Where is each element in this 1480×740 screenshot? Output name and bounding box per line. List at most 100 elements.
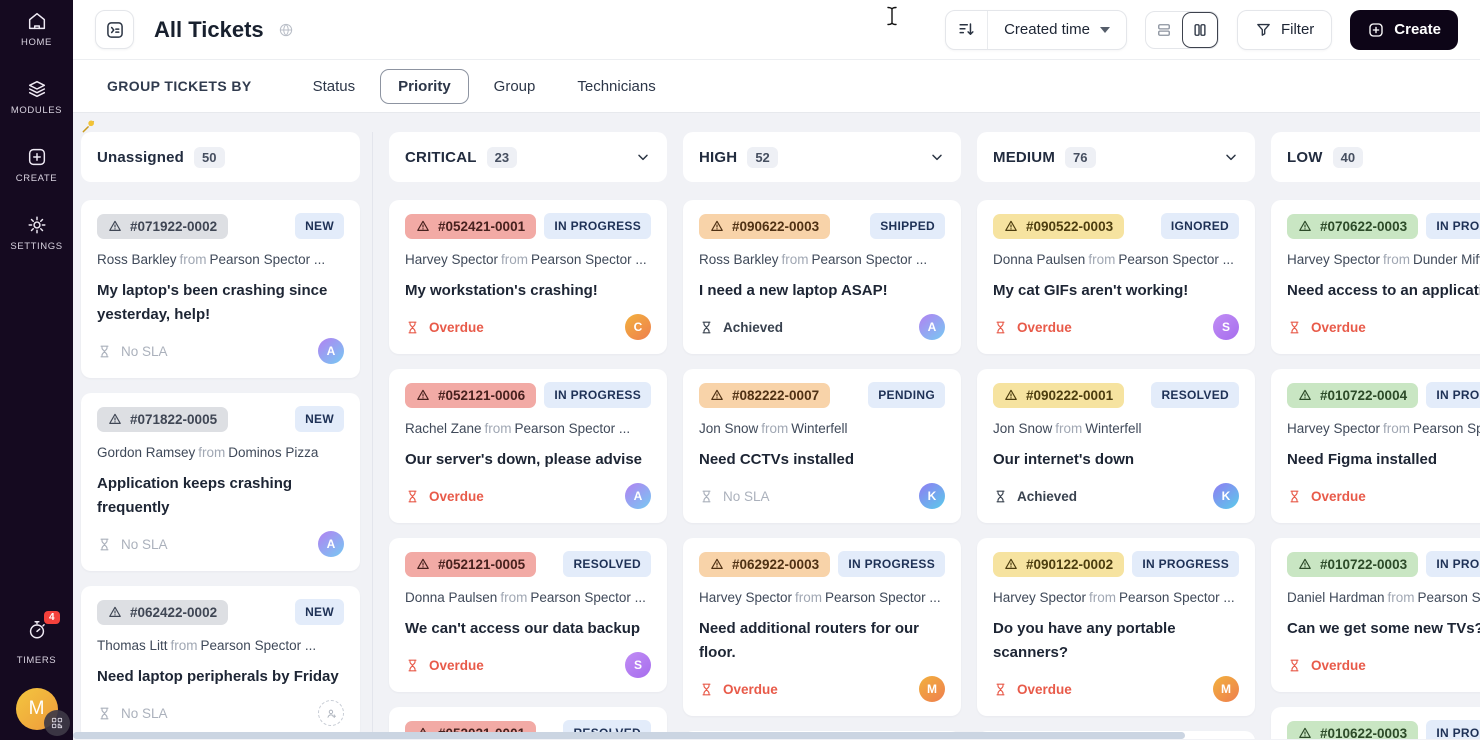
ticket-card[interactable]: #090522-0003 IGNORED Donna Paulsen from Pe… xyxy=(977,200,1255,354)
sla-label: Overdue xyxy=(429,488,484,504)
chevron-down-icon[interactable] xyxy=(1223,149,1239,165)
warning-icon xyxy=(1005,389,1017,400)
ticket-id-badge[interactable]: #071922-0002 xyxy=(97,213,229,239)
requester-name: Donna Paulsen xyxy=(405,590,498,605)
ticket-card[interactable]: #052121-0005 RESOLVED Donna Paulsen from P… xyxy=(389,538,667,692)
ticket-id-badge[interactable]: #052121-0006 xyxy=(405,382,537,408)
ticket-card[interactable]: #070622-0003 IN PROGRESS Harvey Spectorf… xyxy=(1271,200,1480,354)
create-button[interactable]: Create xyxy=(1350,9,1458,50)
assign-agent-icon[interactable] xyxy=(318,700,344,726)
tab-group[interactable]: Group xyxy=(477,70,553,103)
sla-label: No SLA xyxy=(723,488,770,504)
ticket-id-badge[interactable]: #071822-0005 xyxy=(97,406,229,432)
ticket-card[interactable]: #052421-0001 IN PROGRESS Harvey Spector f… xyxy=(389,200,667,354)
sla-status: Overdue xyxy=(1287,658,1366,673)
user-avatar[interactable]: M xyxy=(15,688,70,736)
tab-status[interactable]: Status xyxy=(296,70,373,103)
ticket-title: Our internet's down xyxy=(993,451,1135,468)
sidebar-item-modules[interactable]: MODULES xyxy=(11,78,62,116)
sla-label: Overdue xyxy=(1017,319,1072,335)
ticket-id-badge[interactable]: #082222-0007 xyxy=(699,382,831,408)
filter-button[interactable]: Filter xyxy=(1236,9,1333,50)
ticket-status-badge: NEW xyxy=(295,213,344,239)
ticket-title: Application keeps crashing frequently xyxy=(97,475,293,516)
sidebar-item-create[interactable]: CREATE xyxy=(16,146,57,184)
plus-icon xyxy=(1369,22,1383,37)
sidebar-item-label: CREATE xyxy=(15,173,58,184)
ticket-id-badge[interactable]: #052421-0001 xyxy=(405,213,537,239)
avatar-slot: S xyxy=(1213,314,1239,340)
ticket-id-badge[interactable]: #052121-0005 xyxy=(405,551,537,577)
tab-priority[interactable]: Priority xyxy=(380,68,469,104)
requester-company: Pearson Spector ... xyxy=(530,590,646,605)
chevron-down-icon[interactable] xyxy=(635,149,651,165)
sla-status: Achieved xyxy=(699,320,783,335)
ticket-id-badge[interactable]: #090122-0002 xyxy=(993,551,1125,577)
timers-count-badge: 4 xyxy=(43,611,60,624)
avatar-slot: S xyxy=(625,652,651,678)
ticket-card[interactable]: #071922-0002 NEW Ross Barkley from Pearson… xyxy=(81,200,360,378)
column-header: Unassigned 50 xyxy=(81,120,360,182)
ticket-title: Need Figma installed xyxy=(1287,451,1438,468)
requester-company: Pearson Spector ... xyxy=(1413,421,1480,436)
avatar-slot: C xyxy=(625,314,651,340)
hourglass-icon xyxy=(702,683,711,695)
sidebar-item-home[interactable]: HOME xyxy=(21,10,52,48)
ticket-title: Can we get some new TVs? xyxy=(1287,620,1480,637)
ticket-id-badge[interactable]: #010722-0003 xyxy=(1287,551,1419,577)
ticket-id-badge[interactable]: #090222-0001 xyxy=(993,382,1125,408)
ticket-id-badge[interactable]: #062922-0003 xyxy=(699,551,831,577)
ticket-id-badge[interactable]: #010622-0003 xyxy=(1287,720,1419,739)
ticket-card[interactable]: #071822-0005 NEW Gordon Ramsey from Domino… xyxy=(81,393,360,571)
ticket-title: Our server's down, please advise xyxy=(405,451,643,468)
sort-by-dropdown[interactable]: Created time xyxy=(988,11,1126,49)
ticket-card[interactable]: #010622-0003 IN PROGRESS xyxy=(1271,707,1480,739)
ticket-card[interactable]: #010722-0004 IN PROGRESS Harvey Spectorf… xyxy=(1271,369,1480,523)
column-header: LOW 40 xyxy=(1271,132,1480,182)
column-header: CRITICAL 23 xyxy=(389,132,667,182)
sort-order-button[interactable] xyxy=(946,10,989,49)
list-view-button[interactable] xyxy=(1146,12,1182,48)
warning-icon xyxy=(1299,727,1311,738)
qr-scan-badge[interactable] xyxy=(43,710,70,736)
ticket-id: #052121-0005 xyxy=(438,556,526,572)
board-view-icon-button[interactable] xyxy=(95,10,134,49)
horizontal-scrollbar[interactable] xyxy=(73,732,1185,739)
ticket-card[interactable]: #090222-0001 RESOLVED Jon Snow from Winter… xyxy=(977,369,1255,523)
create-label: Create xyxy=(1394,21,1441,38)
sidebar-item-timers[interactable]: 4 TIMERS xyxy=(17,611,60,666)
requester-name: Thomas Litt xyxy=(97,638,168,653)
sla-label: Overdue xyxy=(429,657,484,673)
ticket-status-badge: IN PROGRESS xyxy=(1426,213,1480,239)
column-cards: #071922-0002 NEW Ross Barkley from Pearson… xyxy=(81,200,360,739)
column-title: Unassigned xyxy=(97,148,185,166)
chevron-down-icon[interactable] xyxy=(929,149,945,165)
from-label: from xyxy=(484,421,512,436)
requester-company: Pearson Spector ... xyxy=(1118,252,1234,267)
tab-technicians[interactable]: Technicians xyxy=(560,70,672,103)
hourglass-icon xyxy=(1290,490,1299,502)
ticket-id-badge[interactable]: #090522-0003 xyxy=(993,213,1125,239)
sidebar-item-settings[interactable]: SETTINGS xyxy=(10,214,62,252)
user-avatar-initial: M xyxy=(28,698,45,719)
kanban-view-button[interactable] xyxy=(1181,11,1218,48)
requester-company: Pearson Spector ... xyxy=(1119,590,1235,605)
requester-company: Pearson Spector ... xyxy=(1417,590,1480,605)
column-count-badge: 40 xyxy=(1332,146,1364,168)
ticket-card[interactable]: #052121-0006 IN PROGRESS Rachel Zane from… xyxy=(389,369,667,523)
column-header: HIGH 52 xyxy=(683,132,961,182)
ticket-card[interactable]: #010722-0003 IN PROGRESS Daniel Hardmanf… xyxy=(1271,538,1480,692)
ticket-id-badge[interactable]: #090622-0003 xyxy=(699,213,831,239)
ticket-card[interactable]: #090622-0003 SHIPPED Ross Barkley from Pea… xyxy=(683,200,961,354)
list-view-icon xyxy=(1158,23,1170,36)
hourglass-icon xyxy=(100,707,109,719)
ticket-id-badge[interactable]: #070622-0003 xyxy=(1287,213,1419,239)
ticket-title: My cat GIFs aren't working! xyxy=(993,282,1189,299)
ticket-card[interactable]: #082222-0007 PENDING Jon Snow from Winterf… xyxy=(683,369,961,523)
ticket-card[interactable]: #062422-0002 NEW Thomas Litt from Pearson … xyxy=(81,586,360,739)
ticket-status-badge: IN PROGRESS xyxy=(838,551,945,577)
ticket-id-badge[interactable]: #062422-0002 xyxy=(97,599,229,625)
ticket-card[interactable]: #062922-0003 IN PROGRESS Harvey Spector f… xyxy=(683,538,961,716)
ticket-card[interactable]: #090122-0002 IN PROGRESS Harvey Spector f… xyxy=(977,538,1255,716)
ticket-id-badge[interactable]: #010722-0004 xyxy=(1287,382,1419,408)
